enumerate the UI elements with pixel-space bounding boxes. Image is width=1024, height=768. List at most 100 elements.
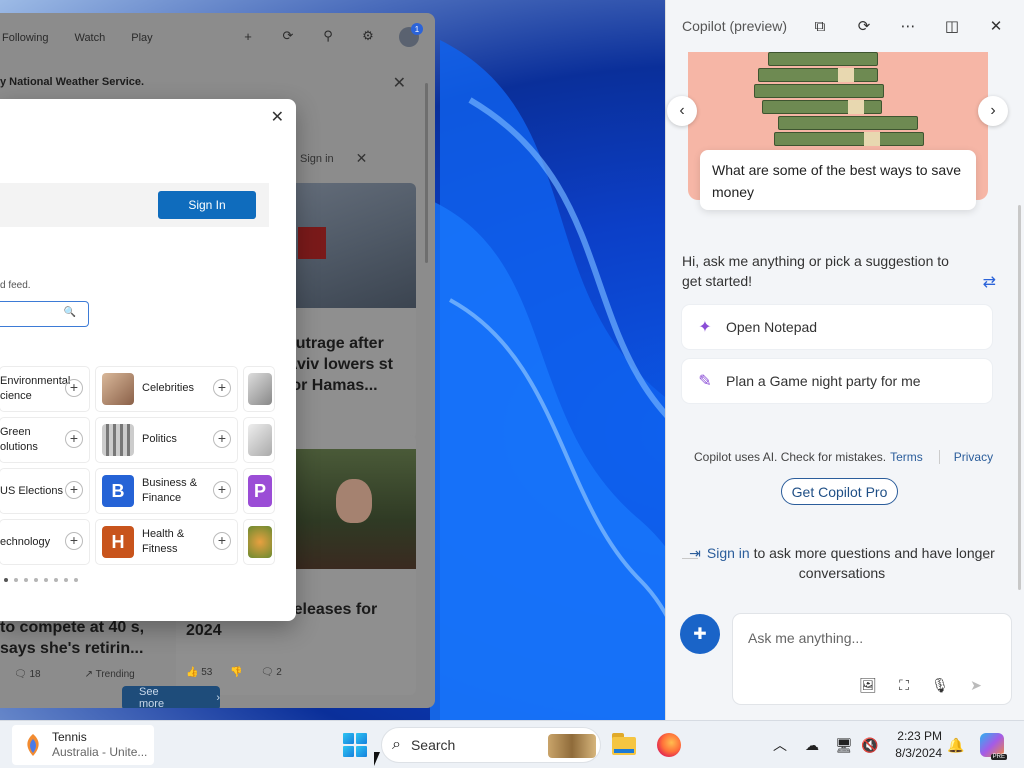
search-label: Search — [410, 737, 456, 753]
add-topic-button[interactable]: + — [213, 379, 231, 397]
add-icon[interactable]: + — [239, 27, 257, 45]
topic-search-input[interactable]: 🔍 — [0, 301, 89, 327]
add-topic-button[interactable]: + — [65, 379, 83, 397]
notification-bell-icon[interactable]: 🔔 — [946, 735, 966, 755]
add-topic-button[interactable]: + — [65, 481, 83, 499]
close-icon[interactable]: ✕ — [356, 150, 368, 167]
business-tile-icon: B — [102, 475, 134, 507]
option-label: Open Notepad — [726, 319, 818, 335]
new-topic-button[interactable]: ✚ — [680, 614, 720, 654]
clock[interactable]: 2:23 PM 8/3/2024 — [888, 728, 942, 762]
network-icon[interactable]: 🖥 — [834, 735, 854, 755]
topic-partial[interactable] — [244, 520, 274, 564]
topic-label: echnology — [0, 535, 51, 548]
personalize-dialog: ✕ Sign In d feed. 🔍 Environmental cience… — [0, 99, 296, 621]
file-explorer-icon[interactable] — [610, 731, 638, 759]
chevron-up-icon[interactable]: ︿ — [770, 735, 790, 755]
rewards-icon[interactable]: ⚲ — [319, 27, 337, 45]
volume-icon[interactable]: 🔇 — [860, 735, 880, 755]
add-topic-button[interactable]: + — [213, 481, 231, 499]
refresh-icon[interactable]: ⟳ — [854, 16, 874, 36]
close-icon[interactable]: ✕ — [986, 16, 1006, 36]
topic-partial[interactable] — [244, 367, 274, 411]
send-icon[interactable]: ➤ — [967, 676, 985, 694]
topic-partial[interactable] — [244, 418, 274, 462]
tab-watch[interactable]: Watch — [74, 32, 105, 44]
ask-actions: 🖼 ⛶ 🎙 ➤ — [859, 676, 985, 694]
topic-technology[interactable]: echnology + — [0, 520, 89, 564]
option-open-notepad[interactable]: ✦ Open Notepad — [682, 305, 992, 349]
widgets-header: Following Watch Play + ⟳ ⚲ ⚙ 1 — [0, 13, 435, 63]
new-chat-icon: ✚ — [693, 626, 707, 643]
topic-us-elections[interactable]: US Elections + — [0, 469, 89, 513]
topic-health-fitness[interactable]: H Health & Fitness + — [96, 520, 237, 564]
notification-badge: 1 — [411, 23, 423, 35]
avatar[interactable]: 1 — [399, 23, 423, 47]
carousel-next-button[interactable]: › — [978, 96, 1008, 126]
topic-green-solutions[interactable]: Green olutions + — [0, 418, 89, 462]
signin-link[interactable]: Sign in — [300, 153, 334, 165]
news-title[interactable]: to compete at 40 s, says she's retirin..… — [0, 617, 150, 659]
see-more-label: See more — [139, 686, 165, 708]
add-topic-button[interactable]: + — [65, 532, 83, 550]
refresh-suggestions-icon[interactable]: ⇄ — [983, 272, 996, 292]
microphone-icon[interactable]: 🎙 — [931, 676, 949, 694]
add-topic-button[interactable]: + — [65, 430, 83, 448]
card-footer: 🗨 18 ↗ Trending — [14, 669, 135, 680]
disclaimer-text: Copilot uses AI. Check for mistakes. — [694, 450, 887, 464]
add-image-icon[interactable]: 🖼 — [859, 676, 877, 694]
topic-business-finance[interactable]: B Business & Finance + — [96, 469, 237, 513]
topic-partial[interactable]: P — [244, 469, 274, 513]
more-options-icon[interactable]: ⋯ — [898, 16, 918, 36]
open-external-icon[interactable]: ⧉ — [810, 16, 830, 36]
like-count: 53 — [201, 667, 213, 678]
flag-image — [298, 227, 326, 259]
suggestion-card[interactable]: What are some of the best ways to save m… — [700, 150, 976, 210]
onedrive-icon[interactable]: ☁ — [802, 735, 822, 755]
comment-count: 18 — [29, 669, 41, 680]
dislike-icon[interactable]: 👎 — [230, 667, 242, 678]
topic-label: Environmental cience — [0, 375, 71, 402]
sign-in-icon: ⇥ — [689, 545, 701, 561]
ask-input[interactable]: Ask me anything... 🖼 ⛶ 🎙 ➤ — [733, 614, 1011, 704]
settings-icon[interactable]: ⚙ — [359, 27, 377, 45]
like-button[interactable]: 👍 53 — [186, 667, 212, 678]
add-topic-button[interactable]: + — [213, 532, 231, 550]
dock-panel-icon[interactable]: ◫ — [942, 16, 962, 36]
taskbar-search[interactable]: ⌕ Search — [381, 727, 601, 763]
screenshot-icon[interactable]: ⛶ — [895, 676, 913, 694]
option-game-night[interactable]: ✎ Plan a Game night party for me — [682, 359, 992, 403]
topic-environmental-science[interactable]: Environmental cience + — [0, 367, 89, 411]
close-icon[interactable]: ✕ — [271, 107, 284, 127]
comment-button[interactable]: 🗨 2 — [261, 667, 282, 678]
copilot-taskbar-icon[interactable]: PRE — [980, 733, 1007, 760]
sign-in-button[interactable]: Sign In — [158, 191, 256, 219]
carousel-prev-button[interactable]: ‹ — [667, 96, 697, 126]
widgets-scrollbar[interactable] — [425, 83, 428, 263]
get-copilot-pro-button[interactable]: Get Copilot Pro — [781, 478, 898, 505]
firefox-icon[interactable] — [655, 731, 683, 759]
see-more-button[interactable]: See more › — [122, 686, 220, 708]
terms-link[interactable]: Terms — [890, 450, 923, 464]
privacy-link[interactable]: Privacy — [954, 450, 993, 464]
tab-play[interactable]: Play — [131, 32, 152, 44]
topic-label: Health & Fitness — [142, 528, 185, 555]
news-title[interactable]: outrage after Aviv lowers st for Hamas..… — [286, 333, 411, 396]
comment-button[interactable]: 🗨 18 — [14, 669, 41, 680]
refresh-icon[interactable]: ⟳ — [279, 27, 297, 45]
topic-politics[interactable]: Politics + — [96, 418, 237, 462]
start-button[interactable] — [343, 733, 367, 757]
signin-banner: Sign In — [0, 183, 269, 227]
topic-celebrities[interactable]: Celebrities + — [96, 367, 237, 411]
chevron-right-icon: › — [216, 692, 220, 704]
carousel-pager[interactable] — [4, 578, 78, 582]
taskbar: Tennis Australia - Unite... ⌕ Search ︿ ☁… — [0, 720, 1024, 768]
topic-label: Politics — [142, 433, 177, 445]
close-icon[interactable]: ✕ — [393, 73, 406, 93]
tab-following[interactable]: Following — [2, 32, 48, 44]
signin-link[interactable]: Sign in — [707, 545, 750, 561]
widgets-button[interactable]: Tennis Australia - Unite... — [12, 725, 154, 765]
signin-prompt: ⇥ Sign in to ask more questions and have … — [682, 543, 1002, 583]
add-topic-button[interactable]: + — [213, 430, 231, 448]
copilot-scrollbar[interactable] — [1018, 205, 1021, 590]
